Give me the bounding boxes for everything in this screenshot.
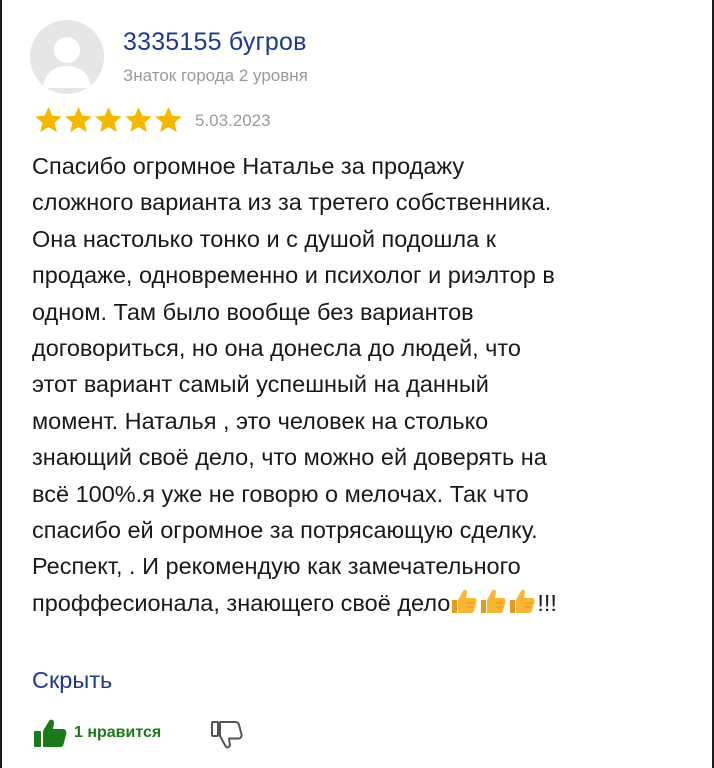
star-icon <box>155 107 182 133</box>
thumbs-up-emoji-icon <box>510 589 536 613</box>
thumbs-up-emoji-group <box>450 588 537 624</box>
rating-stars <box>34 106 183 134</box>
thumbs-up-emoji-icon <box>481 589 507 613</box>
star-icon <box>95 107 122 133</box>
review-text: Спасибо огромное Наталье за продажу слож… <box>32 148 700 624</box>
author-level: Знаток города 2 уровня <box>123 66 308 85</box>
review-line: одном. Там было вообще без вариантов <box>32 298 474 325</box>
review-line: Она настолько тонко и с душой подошла к <box>32 225 496 252</box>
review-line: спасибо ей огромное за потрясающую сделк… <box>32 517 538 544</box>
review-line: этот вариант самый успешный на данный <box>32 371 489 398</box>
collapse-review-link[interactable]: Скрыть <box>32 667 112 694</box>
review-line-last: проффесионала, знающего своё дело!!! <box>32 585 700 624</box>
review-card: 3335155 бугров Знаток города 2 уровня 5.… <box>0 0 714 768</box>
review-date: 5.03.2023 <box>195 111 271 130</box>
thumbs-up-emoji-icon <box>452 589 478 613</box>
review-line: момент. Наталья , это человек на столько <box>32 407 489 434</box>
like-button[interactable]: 1 нравится <box>33 718 161 748</box>
thumbs-down-icon <box>211 721 243 749</box>
review-line: договориться, но она донесла до людей, ч… <box>32 335 521 362</box>
review-line-suffix: !!! <box>537 589 557 616</box>
author-name[interactable]: 3335155 бугров <box>123 28 307 57</box>
review-line: всё 100%.я уже не говорю о мелочах. Так … <box>32 480 529 507</box>
review-line: знающий своё дело, что можно ей доверять… <box>32 444 547 471</box>
review-line-last-text: проффесионала, знающего своё дело <box>32 589 451 616</box>
dislike-button[interactable] <box>210 720 244 755</box>
review-line: сложного варианта из за третего собствен… <box>32 189 552 216</box>
like-count: 1 нравится <box>74 724 162 741</box>
star-icon <box>35 107 62 133</box>
review-line: Спасибо огромное Наталье за продажу <box>32 153 465 179</box>
review-line: продаже, одновременно и психолог и риэлт… <box>32 262 555 289</box>
star-icon <box>65 107 92 133</box>
review-line: Респект, . И рекомендую как замечательно… <box>32 553 521 580</box>
star-icon <box>125 107 152 133</box>
user-silhouette-icon <box>30 20 104 94</box>
thumbs-up-icon <box>34 719 67 747</box>
avatar[interactable] <box>30 20 104 94</box>
